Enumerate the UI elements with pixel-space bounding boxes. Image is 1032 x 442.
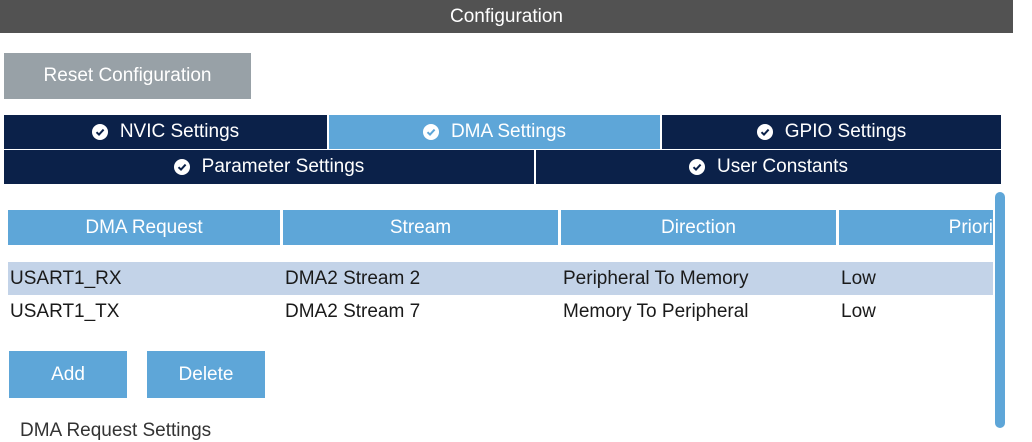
check-circle-icon <box>756 124 773 140</box>
tab-label: Parameter Settings <box>201 156 365 177</box>
check-circle-icon <box>689 159 706 175</box>
column-header-priority[interactable]: Priori <box>839 210 993 245</box>
tab-label: DMA Settings <box>450 121 567 142</box>
scrollbar-thumb[interactable] <box>995 192 1005 428</box>
tab-label: GPIO Settings <box>784 121 907 142</box>
tab-nvic-settings[interactable]: NVIC Settings <box>4 115 327 149</box>
cell-priority: Low <box>841 267 876 289</box>
dma-request-settings-label: DMA Request Settings <box>20 420 212 441</box>
cell-direction: Peripheral To Memory <box>563 267 749 289</box>
tab-user-constants[interactable]: User Constants <box>534 150 1001 184</box>
table-row[interactable]: USART1_TX DMA2 Stream 7 Memory To Periph… <box>8 295 993 328</box>
tab-row-primary: NVIC Settings DMA Settings GPIO Settings <box>4 115 1001 149</box>
column-header-stream[interactable]: Stream <box>283 210 561 245</box>
cell-dma-request: USART1_TX <box>10 300 120 322</box>
cell-stream: DMA2 Stream 7 <box>285 300 421 322</box>
column-header-dma-request[interactable]: DMA Request <box>8 210 283 245</box>
cell-direction: Memory To Peripheral <box>563 300 749 322</box>
check-circle-icon <box>173 159 190 175</box>
add-button[interactable]: Add <box>9 351 127 398</box>
window-title: Configuration <box>0 0 1013 33</box>
tab-dma-settings[interactable]: DMA Settings <box>327 115 660 149</box>
tab-label: NVIC Settings <box>119 121 240 142</box>
tab-parameter-settings[interactable]: Parameter Settings <box>4 150 534 184</box>
delete-button[interactable]: Delete <box>147 351 265 398</box>
reset-configuration-button[interactable]: Reset Configuration <box>4 53 251 99</box>
table-row[interactable]: USART1_RX DMA2 Stream 2 Peripheral To Me… <box>8 262 993 295</box>
cell-priority: Low <box>841 300 876 322</box>
check-circle-icon <box>422 124 439 140</box>
column-header-direction[interactable]: Direction <box>561 210 839 245</box>
dma-request-table: DMA Request Stream Direction Priori USAR… <box>8 210 993 338</box>
tab-label: User Constants <box>717 156 848 177</box>
cell-stream: DMA2 Stream 2 <box>285 267 421 289</box>
tab-row-secondary: Parameter Settings User Constants <box>4 150 1001 184</box>
cell-dma-request: USART1_RX <box>10 267 122 289</box>
check-circle-icon <box>91 124 108 140</box>
table-header: DMA Request Stream Direction Priori <box>8 210 993 245</box>
tab-gpio-settings[interactable]: GPIO Settings <box>660 115 1001 149</box>
